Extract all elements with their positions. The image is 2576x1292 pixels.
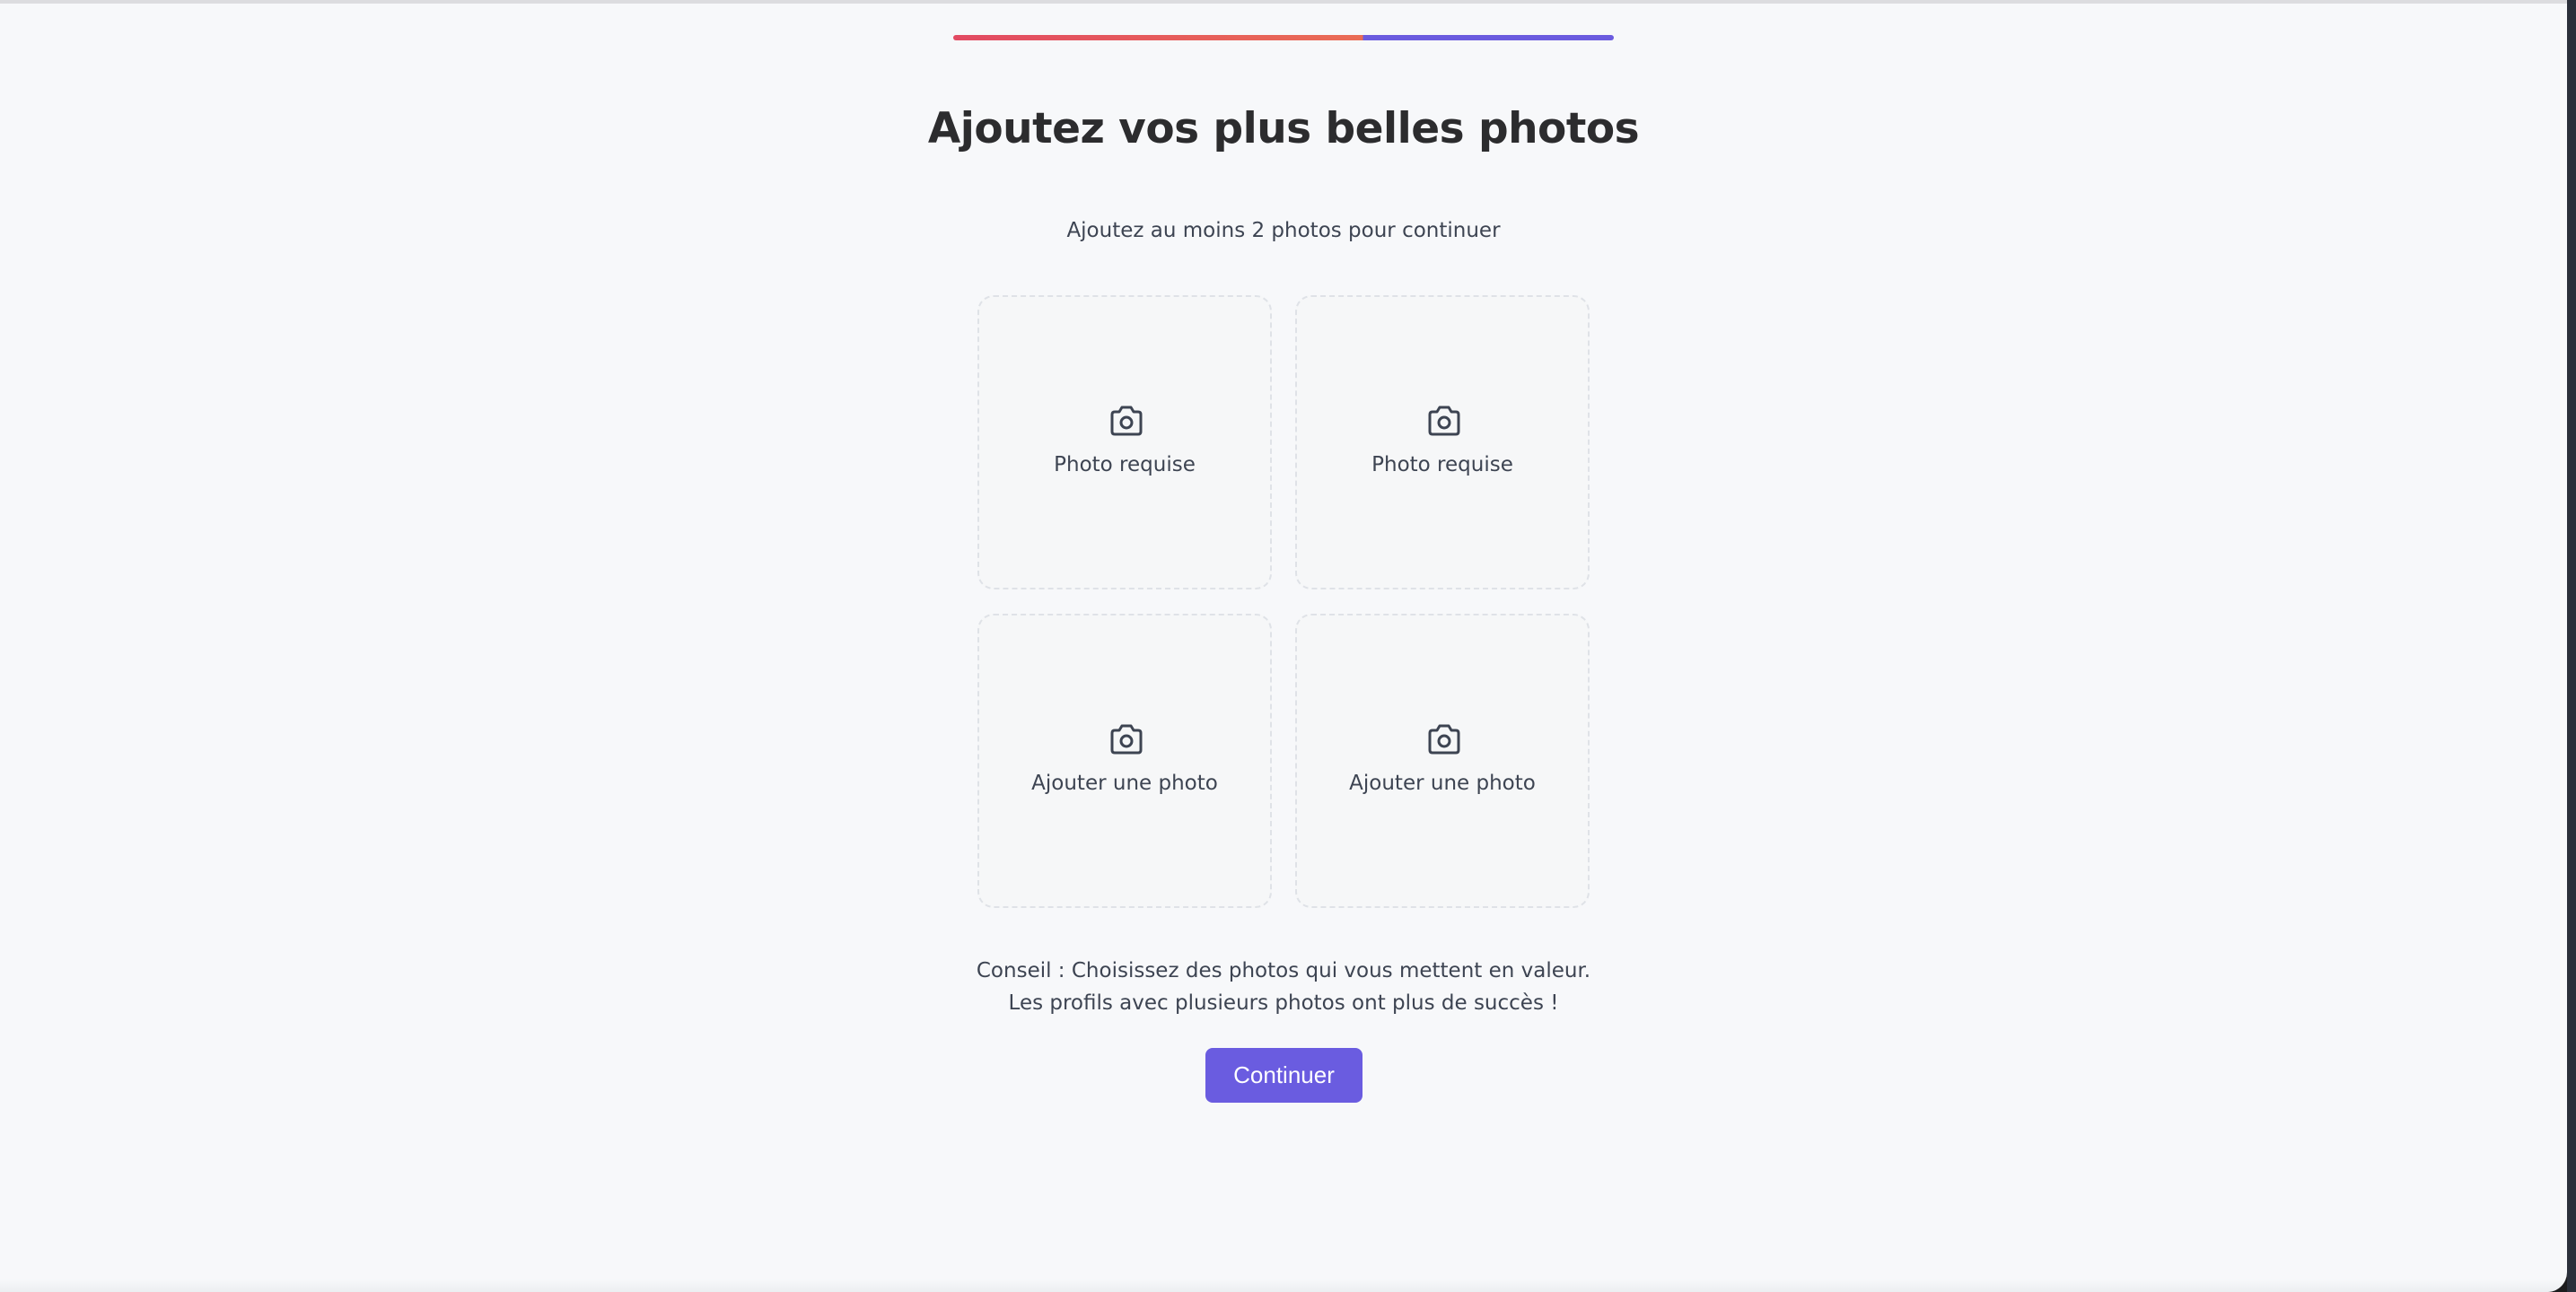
- photo-slot-4[interactable]: Ajouter une photo: [1295, 614, 1590, 908]
- desktop-background: [2567, 0, 2576, 1292]
- window-bottom-edge: [0, 1279, 2567, 1292]
- photo-slot-label: Photo requise: [1371, 453, 1513, 476]
- app-window: Ajoutez vos plus belles photos Ajoutez a…: [0, 0, 2567, 1292]
- page-title: Ajoutez vos plus belles photos: [927, 104, 1640, 153]
- page-subtitle: Ajoutez au moins 2 photos pour continuer: [1066, 219, 1501, 242]
- camera-icon: [1428, 724, 1460, 755]
- photo-slot-label: Ajouter une photo: [1349, 772, 1536, 795]
- photo-slot-3[interactable]: Ajouter une photo: [977, 614, 1272, 908]
- photo-slot-label: Photo requise: [1054, 453, 1196, 476]
- photo-slot-1[interactable]: Photo requise: [977, 295, 1272, 589]
- camera-icon: [1428, 406, 1460, 436]
- photo-slot-2[interactable]: Photo requise: [1295, 295, 1590, 589]
- tip-text: Conseil : Choisissez des photos qui vous…: [976, 959, 1591, 1015]
- continue-button[interactable]: Continuer: [1205, 1048, 1362, 1103]
- camera-icon: [1110, 724, 1143, 755]
- progress-bar: [953, 35, 1614, 40]
- photo-slot-label: Ajouter une photo: [1031, 772, 1218, 795]
- camera-icon: [1110, 406, 1143, 436]
